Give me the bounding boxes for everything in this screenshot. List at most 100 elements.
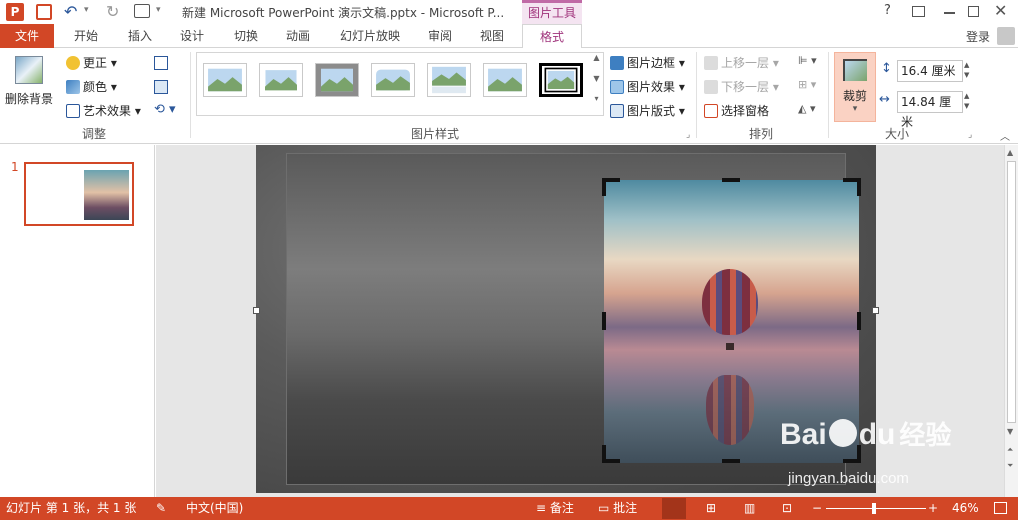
vertical-scrollbar[interactable]: ▲ ▼ ⏶ ⏷ <box>1004 145 1018 497</box>
gallery-more-button[interactable]: ▾ <box>590 94 603 114</box>
group-objects-icon[interactable]: ⊞ ▾ <box>798 78 816 91</box>
gallery-scroll-up-button[interactable]: ▲ <box>590 53 603 73</box>
color-button[interactable]: 颜色 ▾ <box>66 78 117 96</box>
previous-slide-icon[interactable]: ⏶ <box>1007 445 1013 455</box>
width-spinner[interactable]: ▲ ▼ <box>964 91 976 113</box>
fit-to-window-icon[interactable] <box>994 502 1007 514</box>
help-button[interactable]: ? <box>884 3 891 18</box>
crop-dropdown-icon: ▾ <box>852 104 858 114</box>
zoom-in-button[interactable]: + <box>928 500 938 517</box>
size-dialog-launcher-icon[interactable]: ⌟ <box>968 130 972 140</box>
align-icon[interactable]: ⊫ ▾ <box>798 54 817 67</box>
crop-handle-left[interactable] <box>602 312 606 330</box>
effects-icon <box>610 80 624 94</box>
picture-border-button[interactable]: 图片边框 ▾ <box>610 54 685 72</box>
picture-style-option[interactable] <box>203 63 247 97</box>
crop-handle-top-left[interactable] <box>602 178 620 196</box>
collapse-ribbon-icon[interactable]: ︿ <box>1000 128 1010 143</box>
artistic-effects-button[interactable]: 艺术效果 ▾ <box>66 102 141 120</box>
powerpoint-logo-icon: P <box>6 3 24 21</box>
corrections-button[interactable]: 更正 ▾ <box>66 54 117 72</box>
zoom-slider-thumb[interactable] <box>872 503 876 514</box>
slide-info: 幻灯片 第 1 张，共 1 张 <box>6 501 137 515</box>
picture-style-option[interactable] <box>539 63 583 97</box>
tab-animations[interactable]: 动画 <box>272 24 324 48</box>
spell-check-icon[interactable]: ✎ <box>156 500 166 517</box>
resize-handle[interactable] <box>872 307 879 314</box>
scroll-thumb[interactable] <box>1007 161 1016 423</box>
restore-icon[interactable] <box>968 6 979 17</box>
title-bar: P ↶ ▾ ↻ ▾ 新建 Microsoft PowerPoint 演示文稿.p… <box>0 0 1018 24</box>
slideshow-view-icon[interactable]: ⊡ <box>782 500 792 517</box>
picture-styles-group-label: 图片样式 <box>410 127 459 141</box>
comments-button[interactable]: ▭ 批注 <box>598 500 637 517</box>
crop-label: 裁剪 <box>842 89 867 103</box>
gallery-scroll-down-button[interactable]: ▼ <box>590 74 603 94</box>
picture-layout-button[interactable]: 图片版式 ▾ <box>610 102 685 120</box>
normal-view-icon[interactable] <box>662 498 686 519</box>
zoom-level[interactable]: 46% <box>952 500 979 517</box>
picture-style-option[interactable] <box>371 63 415 97</box>
slide-sorter-icon[interactable]: ⊞ <box>706 500 716 517</box>
present-icon[interactable] <box>134 4 150 18</box>
crop-handle-top-right[interactable] <box>843 178 861 196</box>
send-backward-icon <box>704 80 718 94</box>
artistic-effects-icon <box>66 104 80 118</box>
tab-transitions[interactable]: 切换 <box>220 24 272 48</box>
crop-handle-bottom-left[interactable] <box>602 445 620 463</box>
picture-style-option[interactable] <box>483 63 527 97</box>
crop-handle-bottom[interactable] <box>722 459 740 463</box>
crop-button[interactable]: 裁剪 ▾ <box>834 52 876 122</box>
minimize-icon[interactable] <box>944 12 955 14</box>
bring-forward-button[interactable]: 上移一层 ▾ <box>704 54 779 72</box>
scroll-down-icon[interactable]: ▼ <box>1007 427 1013 436</box>
height-spinner[interactable]: ▲ ▼ <box>964 60 976 82</box>
resize-handle[interactable] <box>253 307 260 314</box>
compress-pictures-icon[interactable] <box>154 56 168 70</box>
send-backward-button[interactable]: 下移一层 ▾ <box>704 78 779 96</box>
redo-icon[interactable]: ↻ <box>106 2 119 21</box>
reset-picture-icon[interactable]: ⟲ ▾ <box>154 102 176 117</box>
change-picture-icon[interactable] <box>154 80 168 94</box>
crop-handle-right[interactable] <box>857 312 861 330</box>
crop-handle-top[interactable] <box>722 178 740 182</box>
dialog-launcher-icon[interactable]: ⌟ <box>686 130 690 140</box>
zoom-slider[interactable] <box>826 508 926 509</box>
qat-customize-icon[interactable]: ▾ <box>156 5 161 15</box>
remove-background-button[interactable]: 删除背景 <box>4 56 54 110</box>
undo-dropdown-icon[interactable]: ▾ <box>84 5 89 15</box>
zoom-out-button[interactable]: − <box>812 500 822 517</box>
next-slide-icon[interactable]: ⏷ <box>1007 461 1013 471</box>
selection-pane-button[interactable]: 选择窗格 <box>704 102 769 120</box>
adjust-group-label: 调整 <box>81 127 106 141</box>
tab-insert[interactable]: 插入 <box>114 24 166 48</box>
close-icon[interactable]: ✕ <box>994 1 1007 20</box>
ribbon-display-options-icon[interactable] <box>912 6 925 17</box>
tab-home[interactable]: 开始 <box>60 24 112 48</box>
width-field[interactable]: 14.84 厘米 <box>897 91 963 129</box>
save-icon[interactable] <box>36 4 52 20</box>
tab-file[interactable]: 文件 <box>0 24 54 48</box>
picture-effects-button[interactable]: 图片效果 ▾ <box>610 78 685 96</box>
tab-design[interactable]: 设计 <box>166 24 218 48</box>
tab-format[interactable]: 格式 <box>522 24 582 49</box>
baidu-logo: Bai du 经验 <box>780 418 952 451</box>
login-link[interactable]: 登录 <box>966 28 990 45</box>
picture-tools-context-label: 图片工具 <box>522 0 582 24</box>
reading-view-icon[interactable]: ▥ <box>744 500 755 517</box>
rotate-icon[interactable]: ◭ ▾ <box>798 102 815 115</box>
tab-slideshow[interactable]: 幻灯片放映 <box>330 24 410 48</box>
tab-view[interactable]: 视图 <box>466 24 518 48</box>
picture-style-option[interactable] <box>315 63 359 97</box>
notes-button[interactable]: ≡ 备注 <box>536 500 574 517</box>
height-field[interactable]: 16.4 厘米 <box>897 60 963 82</box>
undo-icon[interactable]: ↶ <box>64 2 77 21</box>
picture-style-option[interactable] <box>427 63 471 97</box>
tab-review[interactable]: 审阅 <box>414 24 466 48</box>
slide-thumbnail[interactable] <box>24 162 134 226</box>
avatar[interactable] <box>997 27 1015 45</box>
language-label[interactable]: 中文(中国) <box>186 500 243 517</box>
slide-editing-area[interactable]: Bai du 经验 jingyan.baidu.com <box>156 145 1004 497</box>
picture-style-option[interactable] <box>259 63 303 97</box>
scroll-up-icon[interactable]: ▲ <box>1007 148 1013 157</box>
